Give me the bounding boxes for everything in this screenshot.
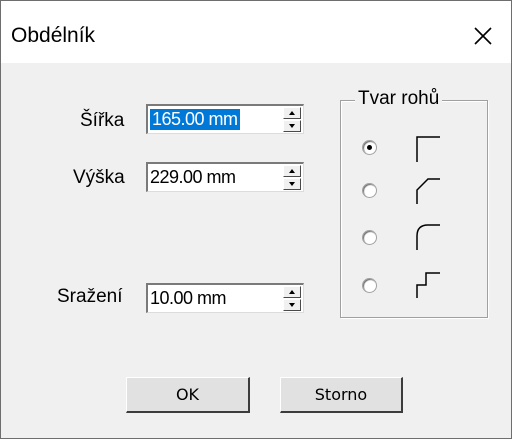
square-corner-icon[interactable] [415, 135, 441, 163]
corner-shape-label: Tvar rohů [355, 88, 443, 110]
close-button[interactable] [461, 17, 505, 55]
ok-button[interactable]: OK [126, 377, 250, 413]
width-spinbox[interactable]: 165.00 mm [146, 104, 304, 134]
height-decrement-button[interactable] [283, 178, 301, 190]
chamfer-label: Sražení [57, 286, 123, 307]
close-icon [474, 27, 492, 45]
width-input[interactable]: 165.00 mm [150, 109, 240, 130]
radio-selected-dot [367, 145, 372, 150]
stepped-corner-icon[interactable] [415, 271, 441, 299]
height-label: Výška [73, 167, 125, 188]
chamfer-spinner[interactable] [283, 286, 301, 311]
width-decrement-button[interactable] [283, 120, 301, 132]
width-increment-button[interactable] [283, 107, 301, 119]
chamfer-increment-button[interactable] [283, 286, 301, 298]
chamfer-spinbox[interactable]: 10.00 mm [146, 283, 304, 313]
height-input[interactable]: 229.00 mm [150, 167, 236, 188]
rectangle-dialog: Obdélník Šířka 165.00 mm Výška 229.00 mm… [0, 0, 512, 439]
radio-chamfered-corner[interactable] [362, 183, 377, 198]
radio-rounded-corner[interactable] [362, 230, 377, 245]
width-spinner[interactable] [283, 107, 301, 132]
width-label: Šířka [80, 110, 125, 131]
chamfer-decrement-button[interactable] [283, 299, 301, 311]
radio-stepped-corner[interactable] [362, 278, 377, 293]
radio-square-corner[interactable] [362, 140, 377, 155]
chamfer-input[interactable]: 10.00 mm [150, 288, 227, 309]
rounded-corner-icon[interactable] [415, 223, 441, 251]
title-bar[interactable]: Obdélník [1, 1, 511, 63]
height-spinbox[interactable]: 229.00 mm [146, 162, 304, 192]
height-increment-button[interactable] [283, 165, 301, 177]
chamfered-corner-icon[interactable] [415, 177, 441, 205]
height-spinner[interactable] [283, 165, 301, 190]
dialog-title: Obdélník [11, 24, 96, 47]
cancel-button[interactable]: Storno [280, 377, 403, 413]
